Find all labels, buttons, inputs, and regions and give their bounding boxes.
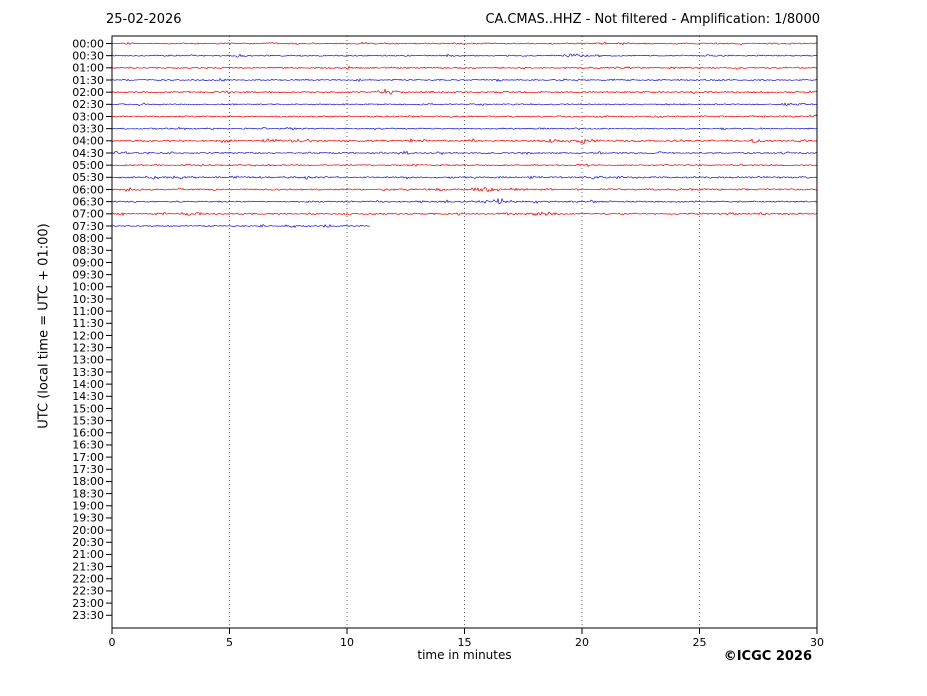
y-tick-label: 19:00 — [72, 500, 104, 513]
y-tick-label: 10:30 — [72, 293, 104, 306]
y-tick-label: 14:30 — [72, 390, 104, 403]
copyright-label: ©ICGC 2026 — [723, 649, 812, 664]
y-tick-label: 11:00 — [72, 305, 104, 318]
y-tick-label: 02:30 — [72, 98, 104, 111]
seismic-trace-07:30 — [111, 224, 371, 228]
y-tick-label: 10:00 — [72, 281, 104, 294]
y-tick-label: 08:30 — [72, 244, 104, 257]
y-tick-label: 23:00 — [72, 597, 104, 610]
y-tick-label: 03:30 — [72, 122, 104, 135]
y-tick-label: 01:00 — [72, 62, 104, 75]
y-tick-label: 22:30 — [72, 585, 104, 598]
y-tick-label: 00:30 — [72, 49, 104, 62]
y-tick-label: 14:00 — [72, 378, 104, 391]
y-tick-label: 07:30 — [72, 220, 104, 233]
y-tick-label: 02:00 — [72, 86, 104, 99]
y-tick-label: 01:30 — [72, 74, 104, 87]
y-tick-label: 15:30 — [72, 414, 104, 427]
y-tick-label: 03:00 — [72, 110, 104, 123]
seismogram-figure: 25-02-2026 CA.CMAS..HHZ - Not filtered -… — [0, 0, 927, 696]
y-tick-label: 15:00 — [72, 402, 104, 415]
y-tick-label: 09:00 — [72, 256, 104, 269]
seismic-trace-03:30 — [111, 126, 818, 131]
y-tick-label: 18:00 — [72, 475, 104, 488]
y-tick-label: 16:00 — [72, 427, 104, 440]
y-tick-label: 21:30 — [72, 560, 104, 573]
y-tick-label: 00:00 — [72, 37, 104, 50]
seismic-trace-02:00 — [111, 88, 818, 95]
y-tick-label: 12:00 — [72, 329, 104, 342]
y-tick-label: 13:00 — [72, 354, 104, 367]
y-tick-label: 12:30 — [72, 341, 104, 354]
y-tick-label: 18:30 — [72, 487, 104, 500]
x-axis-title: time in minutes — [417, 648, 512, 662]
y-tick-label: 13:30 — [72, 366, 104, 379]
y-tick-label: 07:00 — [72, 208, 104, 221]
y-tick-label: 20:30 — [72, 536, 104, 549]
y-tick-label: 19:30 — [72, 512, 104, 525]
y-tick-label: 05:00 — [72, 159, 104, 172]
y-tick-label: 20:00 — [72, 524, 104, 537]
y-tick-label: 16:30 — [72, 439, 104, 452]
y-tick-label: 22:00 — [72, 573, 104, 586]
helicorder-plot: 00:0000:3001:0001:3002:0002:3003:0003:30… — [72, 35, 824, 649]
y-tick-label: 08:00 — [72, 232, 104, 245]
y-tick-label: 21:00 — [72, 548, 104, 561]
y-tick-label: 11:30 — [72, 317, 104, 330]
y-tick-label: 09:30 — [72, 268, 104, 281]
seismic-trace-04:00 — [111, 138, 818, 145]
y-tick-label: 17:30 — [72, 463, 104, 476]
y-tick-label: 04:00 — [72, 135, 104, 148]
seismic-trace-04:30 — [111, 150, 818, 155]
y-tick-label: 06:00 — [72, 183, 104, 196]
y-tick-label: 04:30 — [72, 147, 104, 160]
seismic-trace-02:30 — [111, 102, 818, 107]
y-tick-label: 23:30 — [72, 609, 104, 622]
y-tick-label: 05:30 — [72, 171, 104, 184]
y-tick-label: 06:30 — [72, 195, 104, 208]
seismic-trace-06:30 — [111, 198, 818, 205]
y-tick-label: 17:00 — [72, 451, 104, 464]
